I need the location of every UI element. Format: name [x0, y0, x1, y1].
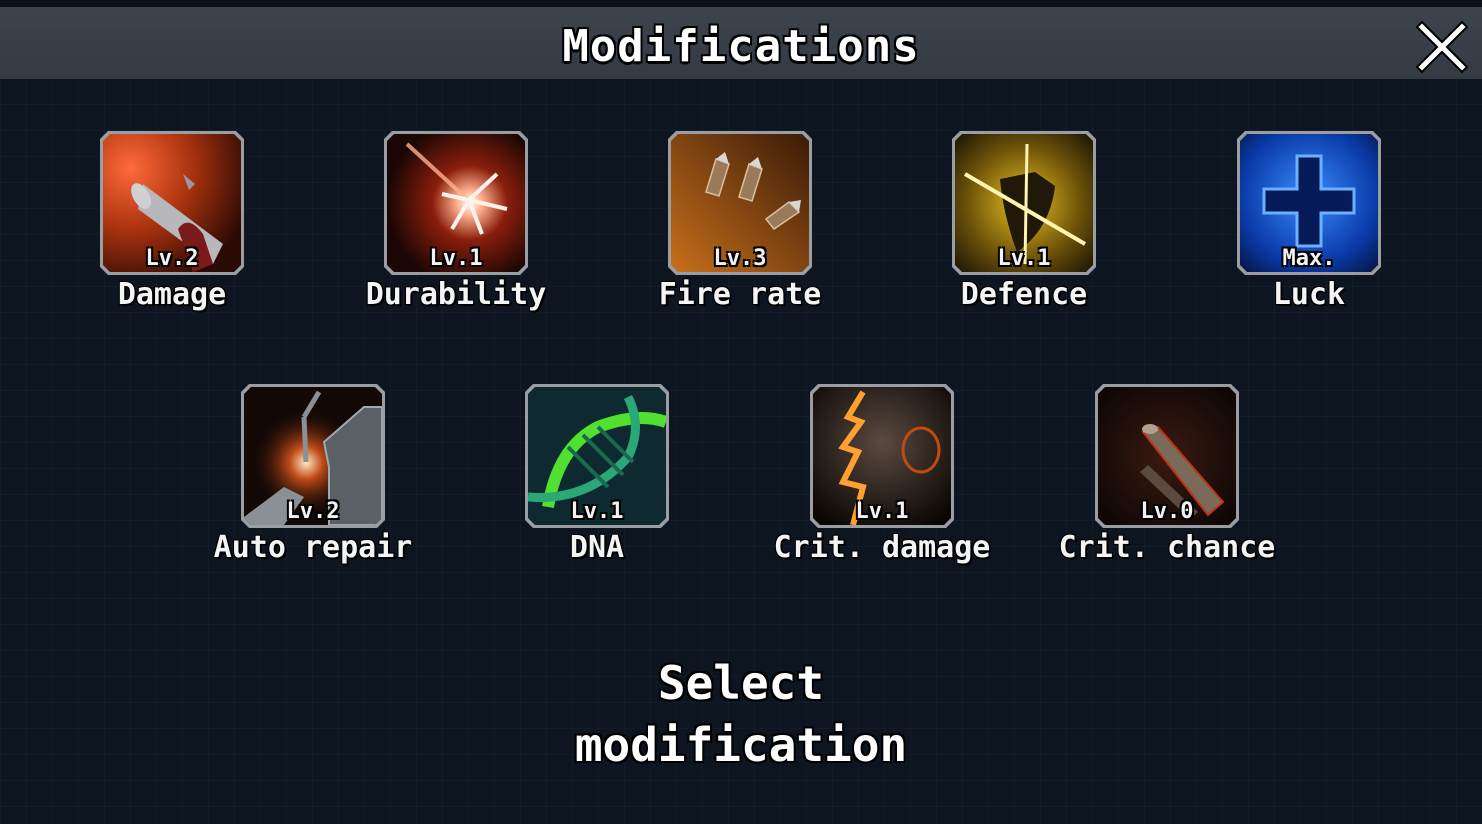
mod-icon-frame[interactable]: Lv.1: [952, 131, 1096, 275]
mod-level: Lv.3: [713, 246, 767, 271]
mod-label: Crit. damage: [773, 530, 991, 565]
select-prompt: Select modification: [0, 652, 1482, 776]
mod-icon-frame[interactable]: Lv.3: [668, 131, 812, 275]
mod-icon-frame[interactable]: Lv.2: [241, 384, 385, 528]
mod-label: Crit. chance: [1058, 530, 1276, 565]
mod-icon-frame[interactable]: Lv.0: [1095, 384, 1239, 528]
mod-icon-frame[interactable]: Lv.2: [100, 131, 244, 275]
prompt-line-2: modification: [574, 718, 908, 772]
mod-level: Lv.2: [145, 246, 199, 271]
top-edge: [0, 0, 1482, 7]
mod-level: Max.: [1282, 246, 1336, 271]
mod-level: Lv.1: [570, 499, 624, 524]
mod-label: Fire rate: [658, 277, 822, 312]
mod-label: DNA: [569, 530, 625, 565]
prompt-line-1: Select: [657, 656, 825, 710]
mod-tile-auto-repair[interactable]: Lv.2 Auto repair: [214, 384, 412, 565]
mod-tile-crit-chance[interactable]: Lv.0 Crit. chance: [1059, 384, 1275, 565]
mod-level: Lv.1: [855, 499, 909, 524]
mod-tile-luck[interactable]: Max. Luck: [1236, 131, 1382, 312]
mod-level: Lv.0: [1140, 499, 1194, 524]
mod-label: Luck: [1272, 277, 1346, 312]
mod-level: Lv.1: [997, 246, 1051, 271]
close-x-icon: [1415, 20, 1469, 74]
header-bar: Modifications: [0, 7, 1482, 79]
mod-label: Defence: [960, 277, 1088, 312]
page-title: Modifications: [562, 21, 920, 72]
mod-tile-defence[interactable]: Lv.1 Defence: [951, 131, 1097, 312]
mod-tile-fire-rate[interactable]: Lv.3 Fire rate: [659, 131, 821, 312]
mod-tile-damage[interactable]: Lv.2 Damage: [99, 131, 245, 312]
mod-tile-durability[interactable]: Lv.1 Durability: [366, 131, 546, 312]
mod-icon-frame[interactable]: Lv.1: [525, 384, 669, 528]
mod-label: Durability: [365, 277, 547, 312]
mod-icon-frame[interactable]: Max.: [1237, 131, 1381, 275]
mod-level: Lv.1: [429, 246, 483, 271]
mod-level: Lv.2: [286, 499, 340, 524]
mod-label: Auto repair: [213, 530, 413, 565]
mod-icon-frame[interactable]: Lv.1: [384, 131, 528, 275]
mod-tile-dna[interactable]: Lv.1 DNA: [524, 384, 670, 565]
mod-label: Damage: [117, 277, 227, 312]
mod-icon-frame[interactable]: Lv.1: [810, 384, 954, 528]
mod-tile-crit-damage[interactable]: Lv.1 Crit. damage: [774, 384, 990, 565]
close-button[interactable]: [1415, 20, 1469, 74]
